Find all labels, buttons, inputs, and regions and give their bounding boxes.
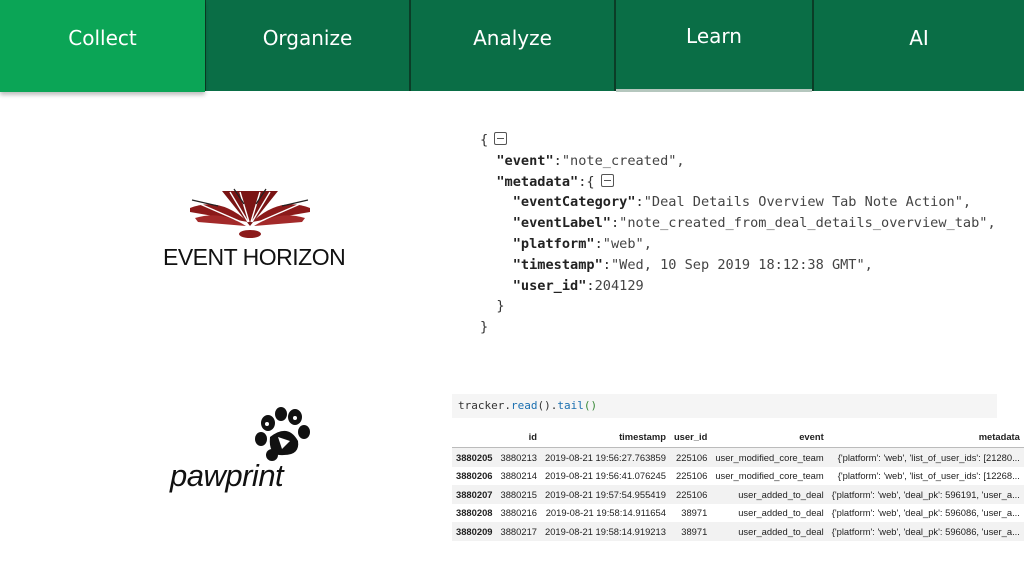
collapse-toggle-icon[interactable]: [600, 173, 614, 187]
cell-timestamp: 2019-08-21 19:58:14.919213: [541, 522, 670, 541]
cell-metadata: {'platform': 'web', 'deal_pk': 596191, '…: [827, 485, 1024, 504]
json-event-example: { "event":"note_created", "metadata":{ "…: [480, 132, 996, 336]
cell-user-id: 225106: [669, 485, 712, 504]
notebook-cell: tracker.read().tail() id timestamp user_…: [452, 392, 1024, 541]
dataframe-table: id timestamp user_id event metadata 3880…: [452, 425, 1024, 541]
cell-event: user_added_to_deal: [738, 507, 824, 519]
json-metadata-open: :{: [578, 173, 595, 190]
json-key-timestamp: "timestamp": [512, 256, 603, 273]
tab-separator: [409, 0, 411, 91]
json-open-brace: {: [480, 132, 489, 148]
cell-id: 3880214: [500, 470, 538, 482]
json-value-timestamp: "Wed, 10 Sep 2019 18:12:38 GMT",: [610, 256, 873, 273]
tab-separator: [614, 0, 616, 91]
json-key-event-label: "eventLabel": [512, 215, 611, 232]
row-index: 3880207: [452, 485, 497, 504]
cell-event: user_added_to_deal: [711, 485, 828, 504]
cell-event: user_modified_core_team: [715, 470, 824, 482]
cell-timestamp: 2019-08-21 19:57:54.955419: [541, 485, 670, 504]
cell-user-id: 38971: [669, 522, 712, 541]
row-index: 3880205: [452, 447, 497, 467]
cell-metadata: {'platform': 'web', 'list_of_user_ids': …: [827, 447, 1024, 467]
column-header: [452, 425, 497, 448]
cell-metadata: {'platform': 'web', 'deal_pk': 596086, '…: [831, 507, 1020, 519]
cell-id: 3880216: [500, 507, 538, 519]
tab-learn[interactable]: Learn: [616, 0, 812, 91]
cell-timestamp: 2019-08-21 19:56:41.076245: [545, 470, 666, 482]
cell-id: 3880217: [496, 522, 541, 541]
cell-metadata: {'platform': 'web', 'deal_pk': 596086, '…: [827, 522, 1024, 541]
json-value-user-id: 204129: [594, 277, 644, 294]
code-mid: ().: [537, 399, 558, 412]
tab-organize-label: Organize: [262, 25, 353, 50]
tab-bar: Collect Organize Analyze Learn AI: [0, 0, 1024, 92]
column-header: timestamp: [541, 425, 670, 448]
table-row: 3880208 3880216 2019-08-21 19:58:14.9116…: [452, 504, 1024, 523]
cell-timestamp: 2019-08-21 19:58:14.911654: [545, 507, 666, 519]
json-key-event-category: "eventCategory": [512, 194, 636, 211]
table-row: 3880209 3880217 2019-08-21 19:58:14.9192…: [452, 522, 1024, 541]
json-key-event: "event": [496, 152, 554, 169]
json-close-outer: }: [480, 319, 489, 336]
tab-ai-label: AI: [909, 25, 929, 50]
tab-collect-label: Collect: [68, 26, 137, 50]
tab-learn-label: Learn: [686, 23, 742, 48]
column-header: user_id: [669, 425, 712, 448]
code-input[interactable]: tracker.read().tail(): [452, 394, 997, 418]
cell-user-id: 38971: [681, 507, 708, 519]
code-parens: (): [583, 399, 598, 412]
json-value-event-label: "note_created_from_deal_details_overview…: [619, 215, 996, 232]
tab-collect[interactable]: Collect: [0, 0, 205, 92]
cell-event: user_added_to_deal: [711, 522, 828, 541]
code-fn-read: read: [510, 399, 538, 412]
cell-metadata: {'platform': 'web', 'list_of_user_ids': …: [837, 470, 1020, 482]
cell-id: 3880215: [496, 485, 541, 504]
row-index: 3880209: [452, 522, 497, 541]
cell-timestamp: 2019-08-21 19:56:27.763859: [541, 447, 670, 467]
json-value-event-category: "Deal Details Overview Tab Note Action",: [643, 194, 972, 211]
column-header: event: [711, 425, 828, 448]
tab-ai[interactable]: AI: [814, 0, 1024, 91]
json-key-user-id: "user_id": [512, 277, 587, 294]
cell-user-id: 225106: [676, 470, 708, 482]
collapse-toggle-icon[interactable]: [494, 132, 508, 145]
cell-event: user_modified_core_team: [711, 447, 828, 467]
column-header: id: [496, 425, 541, 448]
code-object: tracker.: [458, 399, 511, 412]
pawprint-logo: [255, 407, 310, 461]
pawprint-wordmark: pawprint: [170, 458, 284, 493]
tab-learn-underline: [616, 89, 812, 92]
json-key-platform: "platform": [512, 235, 595, 252]
table-header-row: id timestamp user_id event metadata: [452, 425, 1024, 448]
cell-id: 3880213: [496, 447, 541, 467]
tab-separator: [812, 0, 814, 91]
tab-analyze[interactable]: Analyze: [411, 0, 614, 91]
json-key-metadata: "metadata": [496, 173, 579, 190]
table-row: 3880205 3880213 2019-08-21 19:56:27.7638…: [452, 447, 1024, 467]
json-close-inner: }: [496, 298, 505, 315]
cell-user-id: 225106: [669, 447, 712, 467]
table-row: 3880207 3880215 2019-08-21 19:57:54.9554…: [452, 485, 1024, 504]
tab-organize[interactable]: Organize: [206, 0, 409, 91]
column-header: metadata: [827, 425, 1024, 448]
json-value-platform: "web",: [602, 235, 652, 252]
row-index: 3880208: [456, 507, 493, 519]
json-value-event: "note_created",: [561, 152, 685, 169]
table-row: 3880206 3880214 2019-08-21 19:56:41.0762…: [452, 467, 1024, 486]
code-fn-tail: tail: [557, 399, 584, 412]
event-horizon-wordmark: EVENT HORIZON: [163, 244, 346, 270]
tab-analyze-label: Analyze: [473, 25, 552, 50]
row-index: 3880206: [456, 470, 493, 482]
